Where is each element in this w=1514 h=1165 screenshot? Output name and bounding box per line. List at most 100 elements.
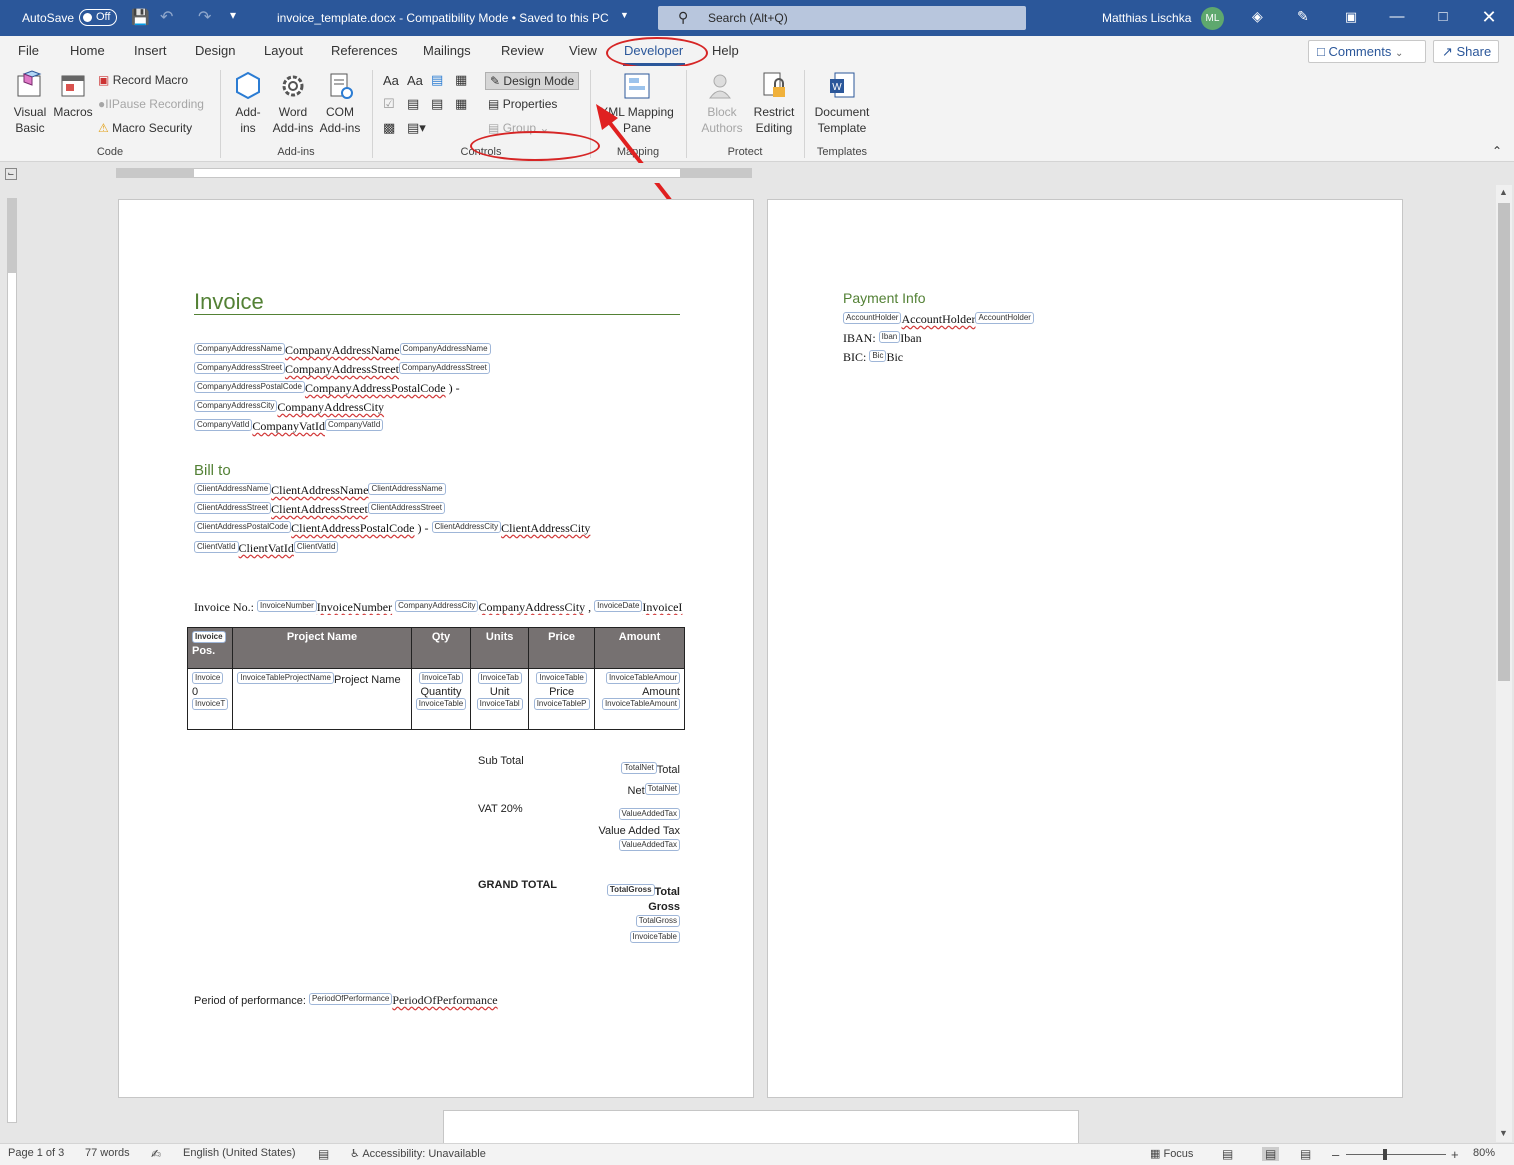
company-postal-line[interactable]: CompanyAddressPostalCode CompanyAddressPo… (194, 381, 460, 396)
content-control-tag[interactable]: ValueAddedTax (618, 839, 680, 851)
zoom-in-icon[interactable]: + (1451, 1147, 1459, 1162)
tab-file[interactable]: File (18, 43, 39, 58)
content-control-tag[interactable]: TotalNet (644, 783, 680, 795)
close-icon[interactable]: ✕ (1466, 0, 1512, 36)
document-template-button[interactable]: W Document Template (810, 70, 874, 136)
minimize-icon[interactable]: — (1374, 0, 1420, 36)
cell-price[interactable]: InvoiceTable Price InvoiceTableP (528, 668, 596, 730)
iban-line[interactable]: IBAN: Iban Iban (843, 331, 922, 346)
cell-project-name[interactable]: InvoiceTableProjectName Project Name (232, 668, 412, 730)
total-net-field[interactable]: TotalNet Total Net TotalNet (608, 760, 680, 802)
legacy-tools-icon[interactable]: ▤▾ (407, 120, 426, 136)
combobox-control-icon[interactable]: ▤ (407, 96, 419, 112)
collapse-ribbon-icon[interactable]: ⌃ (1492, 144, 1502, 158)
vertical-scrollbar[interactable]: ▲ ▼ (1496, 185, 1512, 1142)
language[interactable]: English (United States) (183, 1147, 296, 1159)
read-mode-icon[interactable]: ▤ (1222, 1147, 1233, 1161)
page-count[interactable]: Page 1 of 3 (8, 1147, 64, 1159)
content-control-tag[interactable]: ValueAddedTax (618, 808, 680, 820)
content-control-tag[interactable]: ClientAddressPostalCode (194, 521, 292, 533)
cell-qty[interactable]: InvoiceTab Quantity InvoiceTable (410, 668, 472, 730)
addins-button[interactable]: Add-ins (228, 70, 268, 136)
macro-security-button[interactable]: ⚠ Macro Security (98, 121, 192, 135)
account-holder-line[interactable]: AccountHolder AccountHolder AccountHolder (843, 312, 1034, 327)
customize-qat-icon[interactable]: ▾ (230, 8, 236, 22)
zoom-slider-thumb[interactable] (1383, 1149, 1387, 1160)
content-control-tag[interactable]: InvoiceTable (536, 672, 587, 684)
dropdown-control-icon[interactable]: ▤ (431, 96, 443, 112)
content-control-tag[interactable]: TotalGross (635, 915, 680, 927)
content-control-tag[interactable]: InvoiceTable (629, 931, 680, 943)
content-control-tag[interactable]: Iban (878, 331, 901, 343)
title-dropdown-icon[interactable]: ▼ (620, 10, 629, 20)
content-control-tag[interactable]: AccountHolder (843, 312, 902, 324)
cell-pos[interactable]: Invoice 0 InvoiceT (186, 668, 234, 730)
content-control-tag[interactable]: ClientAddressCity (431, 521, 502, 533)
premium-diamond-icon[interactable]: ◈ (1252, 8, 1263, 25)
vertical-ruler[interactable] (0, 183, 22, 1143)
record-macro-button[interactable]: ▣ Record Macro (98, 73, 188, 87)
content-control-tag[interactable]: CompanyAddressCity (395, 600, 479, 612)
document-page-3[interactable] (443, 1110, 1079, 1143)
content-control-tag[interactable]: AccountHolder (975, 312, 1034, 324)
client-name-line[interactable]: ClientAddressName ClientAddressName Client… (194, 483, 446, 498)
company-vat-line[interactable]: CompanyVatId CompanyVatId CompanyVatId (194, 419, 384, 434)
content-control-tag[interactable]: InvoiceTableAmount (601, 698, 680, 710)
redo-icon[interactable]: ↷ (198, 7, 211, 27)
content-control-tag[interactable]: ClientAddressName (194, 483, 272, 495)
word-count[interactable]: 77 words (85, 1147, 130, 1159)
print-layout-icon[interactable]: ▤ (1262, 1147, 1280, 1161)
scroll-up-icon[interactable]: ▲ (1499, 187, 1508, 197)
zoom-slider[interactable] (1346, 1154, 1446, 1155)
picture-control-icon[interactable]: ▤ (431, 72, 443, 88)
tab-layout[interactable]: Layout (264, 43, 303, 58)
content-control-tag[interactable]: Invoice (192, 631, 226, 643)
tab-mailings[interactable]: Mailings (423, 43, 471, 58)
content-control-tag[interactable]: TotalNet (621, 762, 657, 774)
building-block-icon[interactable]: ▦ (455, 72, 467, 88)
web-layout-icon[interactable]: ▤ (1300, 1147, 1311, 1161)
share-button[interactable]: ↗ Share (1433, 40, 1499, 63)
client-vat-line[interactable]: ClientVatId ClientVatId ClientVatId (194, 541, 339, 556)
client-postal-line[interactable]: ClientAddressPostalCode ClientAddressPost… (194, 521, 590, 536)
content-control-tag[interactable]: CompanyAddressCity (194, 400, 278, 412)
content-control-tag[interactable]: Invoice (192, 672, 224, 684)
content-control-tag[interactable]: ClientAddressStreet (367, 502, 445, 514)
content-control-tag[interactable]: ClientVatId (194, 541, 239, 553)
rich-text-control-icon[interactable]: Aa (383, 73, 399, 88)
scroll-down-icon[interactable]: ▼ (1499, 1128, 1508, 1138)
content-control-tag[interactable]: CompanyVatId (324, 419, 384, 431)
zoom-out-icon[interactable]: – (1332, 1147, 1339, 1162)
properties-button[interactable]: ▤ Properties (488, 97, 557, 111)
tab-review[interactable]: Review (501, 43, 544, 58)
content-control-tag[interactable]: InvoiceTableP (533, 698, 590, 710)
tab-selector-icon[interactable]: ⌙ (5, 168, 17, 180)
content-control-tag[interactable]: CompanyAddressName (399, 343, 491, 355)
cell-amount[interactable]: InvoiceTableAmour Amount InvoiceTableAmoun… (594, 668, 685, 730)
content-control-tag[interactable]: CompanyAddressStreet (398, 362, 490, 374)
content-control-tag[interactable]: InvoiceNumber (256, 600, 317, 612)
tab-references[interactable]: References (331, 43, 397, 58)
table-row[interactable]: Invoice 0 InvoiceT InvoiceTableProjectName… (186, 668, 685, 730)
zoom-level[interactable]: 80% (1473, 1147, 1495, 1159)
ribbon-display-icon[interactable]: ▣ (1328, 0, 1374, 36)
content-control-tag[interactable]: ClientAddressName (368, 483, 446, 495)
client-street-line[interactable]: ClientAddressStreet ClientAddressStreet Cl… (194, 502, 445, 517)
content-control-tag[interactable]: PeriodOfPerformance (308, 993, 393, 1005)
autosave-toggle[interactable]: Off (79, 9, 117, 26)
tab-view[interactable]: View (569, 43, 597, 58)
visual-basic-button[interactable]: Visual Basic (8, 70, 52, 136)
bic-line[interactable]: BIC: Bic Bic (843, 350, 903, 365)
content-control-tag[interactable]: CompanyVatId (194, 419, 253, 431)
content-control-tag[interactable]: InvoiceTableAmour (605, 672, 680, 684)
content-control-tag[interactable]: InvoiceTab (418, 672, 464, 684)
focus-button[interactable]: ▦ Focus (1150, 1147, 1193, 1160)
content-control-tag[interactable]: InvoiceDate (594, 600, 643, 612)
proofing-icon[interactable]: ✍ (151, 1147, 161, 1161)
company-street-line[interactable]: CompanyAddressStreet CompanyAddressStreet… (194, 362, 490, 377)
content-control-tag[interactable]: TotalGross (606, 884, 655, 896)
content-control-tag[interactable]: InvoiceTable (415, 698, 467, 710)
period-line[interactable]: Period of performance: PeriodOfPerforman… (194, 993, 498, 1008)
invoice-table[interactable]: Invoice Pos. Project Name Qty Units Price… (186, 627, 685, 730)
content-control-tag[interactable]: ClientAddressStreet (194, 502, 272, 514)
